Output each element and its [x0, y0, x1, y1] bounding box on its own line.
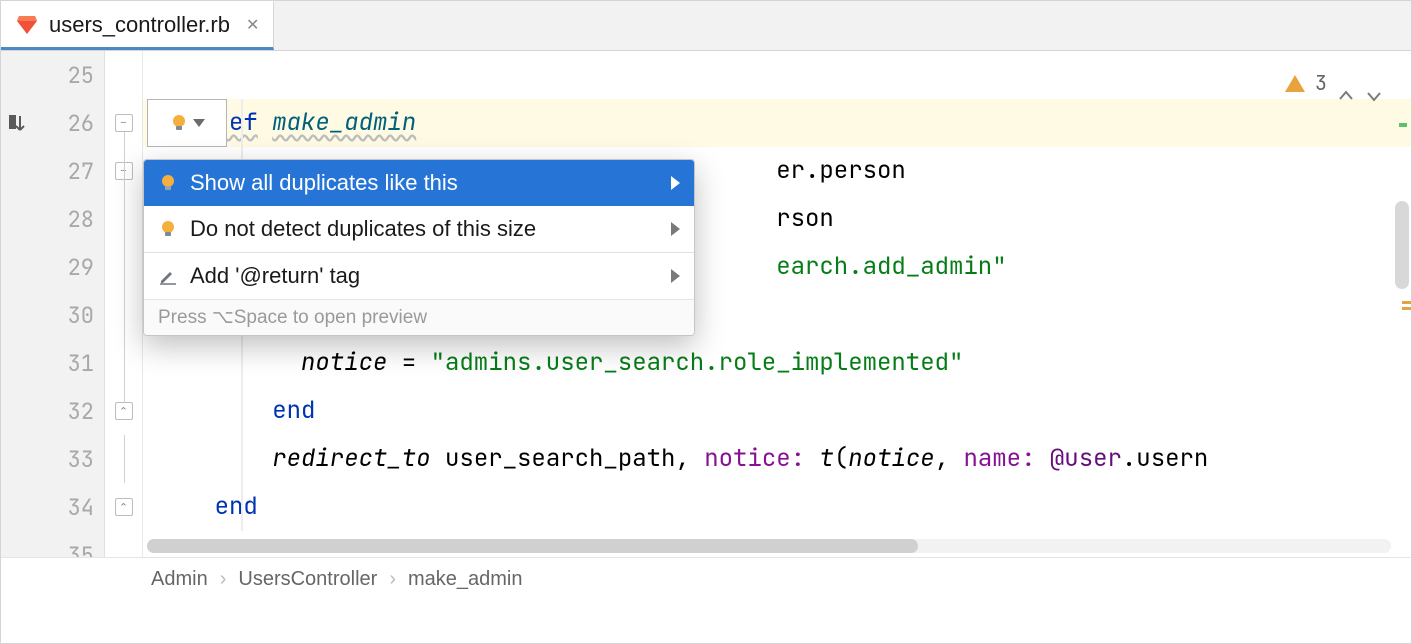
submenu-arrow-icon: [671, 269, 680, 283]
line-number: 31: [1, 339, 104, 387]
menu-item-label: Do not detect duplicates of this size: [190, 216, 536, 242]
code-line: [143, 51, 1411, 99]
error-stripe-marker[interactable]: [1399, 123, 1407, 127]
fold-end-icon[interactable]: ⌃: [115, 402, 133, 420]
breadcrumb-segment[interactable]: Admin: [151, 568, 208, 591]
editor-area: 25 26 27 28 29 30 31 32 33 34 35 − − ⌃ ⌃: [1, 51, 1411, 601]
close-tab-icon[interactable]: ✕: [246, 15, 259, 35]
line-number: 34: [1, 483, 104, 531]
code-line: end: [143, 483, 1411, 531]
menu-item-show-duplicates[interactable]: Show all duplicates like this: [144, 160, 694, 206]
fold-toggle-icon[interactable]: −: [115, 114, 133, 132]
line-number: 29: [1, 243, 104, 291]
scrollbar-thumb[interactable]: [147, 539, 918, 553]
code-line: redirect_to user_search_path, notice: t(…: [143, 435, 1411, 483]
code-line: end: [143, 387, 1411, 435]
chevron-down-icon[interactable]: [1365, 74, 1383, 92]
intention-popup: Show all duplicates like this Do not det…: [143, 159, 695, 336]
code-line: notice = "admins.user_search.role_implem…: [143, 339, 1411, 387]
line-number: 25: [1, 51, 104, 99]
menu-item-add-return-tag[interactable]: Add '@return' tag: [144, 253, 694, 299]
line-number: 32: [1, 387, 104, 435]
line-number-gutter: 25 26 27 28 29 30 31 32 33 34 35: [1, 51, 105, 601]
code-line-current: def make_admin: [143, 99, 1411, 147]
dropdown-caret-icon: [193, 119, 205, 127]
chevron-right-icon: ›: [389, 568, 396, 591]
line-number: 27: [1, 147, 104, 195]
lightbulb-icon: [158, 219, 178, 239]
intention-bulb-button[interactable]: [147, 99, 227, 147]
menu-item-ignore-duplicates[interactable]: Do not detect duplicates of this size: [144, 206, 694, 252]
edit-icon: [158, 266, 178, 286]
warning-icon: [1285, 75, 1305, 92]
ruby-file-icon: [15, 13, 39, 37]
popup-hint: Press ⌥Space to open preview: [144, 299, 694, 335]
editor-tab-active[interactable]: users_controller.rb ✕: [1, 1, 274, 50]
fold-end-icon[interactable]: ⌃: [115, 498, 133, 516]
line-number: 33: [1, 435, 104, 483]
chevron-up-icon[interactable]: [1337, 74, 1355, 92]
tab-bar: users_controller.rb ✕: [1, 1, 1411, 51]
breadcrumb-segment[interactable]: UsersController: [238, 568, 377, 591]
menu-item-label: Add '@return' tag: [190, 263, 360, 289]
inspection-summary[interactable]: 3: [1285, 59, 1383, 107]
warning-count: 3: [1315, 59, 1327, 107]
horizontal-scrollbar[interactable]: [147, 539, 1391, 553]
submenu-arrow-icon: [671, 222, 680, 236]
breadcrumb-bar: Admin › UsersController › make_admin: [1, 557, 1411, 601]
error-stripe-marker[interactable]: [1402, 301, 1411, 304]
tab-filename: users_controller.rb: [49, 12, 230, 38]
line-number: 28: [1, 195, 104, 243]
error-stripe-marker[interactable]: [1402, 307, 1411, 310]
lightbulb-icon: [158, 173, 178, 193]
method-separator-icon: [7, 112, 29, 134]
menu-item-label: Show all duplicates like this: [190, 170, 458, 196]
lightbulb-icon: [169, 113, 189, 133]
breadcrumb-segment[interactable]: make_admin: [408, 568, 523, 591]
submenu-arrow-icon: [671, 176, 680, 190]
chevron-right-icon: ›: [220, 568, 227, 591]
vertical-scrollbar-thumb[interactable]: [1395, 201, 1409, 289]
line-number: 26: [1, 99, 104, 147]
fold-gutter: − − ⌃ ⌃: [105, 51, 143, 601]
line-number: 30: [1, 291, 104, 339]
